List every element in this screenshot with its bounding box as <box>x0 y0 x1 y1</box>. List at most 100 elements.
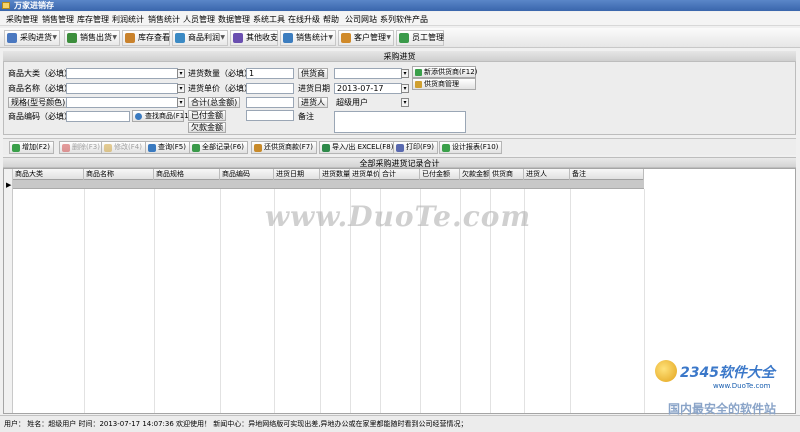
supplier-dropdown-icon[interactable]: ▾ <box>401 69 409 78</box>
menu-item-products[interactable]: 系列软件产品 <box>380 14 428 25</box>
menu-item-upgrade[interactable]: 在线升级 <box>288 14 320 25</box>
name-dropdown-icon[interactable]: ▾ <box>177 84 185 93</box>
col-header-note[interactable]: 备注 <box>570 169 644 180</box>
name-input[interactable] <box>66 83 178 94</box>
supplier-manage-button[interactable]: 供货商管理 <box>412 78 476 90</box>
sales-icon <box>67 33 77 43</box>
watermark-site: www.DuoTe.com <box>713 382 771 390</box>
col-header-category[interactable]: 商品大类 <box>13 169 84 180</box>
col-header-spec[interactable]: 商品规格 <box>154 169 220 180</box>
repay-supplier-button[interactable]: 还供货商款(F7) <box>251 141 317 154</box>
toolbar-sales-label: 销售出货 <box>80 33 112 42</box>
staff-icon <box>399 33 409 43</box>
search-goods-label: 查找商品(F11) <box>145 112 192 120</box>
delete-record-button[interactable]: 删除(F3) <box>59 141 104 154</box>
name-label: 商品名称（必填） <box>8 84 72 93</box>
total-input[interactable] <box>246 97 294 108</box>
chevron-down-icon: ▼ <box>220 34 225 41</box>
buyer-value: 超级用户 <box>336 98 368 107</box>
col-header-date[interactable]: 进货日期 <box>274 169 320 180</box>
add-record-button[interactable]: 增加(F2) <box>9 141 54 154</box>
window-title: 万家进销存 <box>14 1 54 10</box>
magnifier-icon <box>135 113 142 120</box>
toolbar-customer-button[interactable]: 客户管理 ▼ <box>338 30 394 46</box>
buyer-label-button[interactable]: 进货人 <box>298 97 328 108</box>
menu-item-sales-stats[interactable]: 销售统计 <box>148 14 180 25</box>
col-header-code[interactable]: 商品编码 <box>220 169 274 180</box>
query-icon <box>148 144 156 152</box>
toolbar-purchase-label: 采购进货 <box>20 33 52 42</box>
date-dropdown-icon[interactable]: ▾ <box>401 84 409 93</box>
toolbar-inventory-button[interactable]: 库存查看 <box>122 30 170 46</box>
excel-icon <box>322 144 330 152</box>
customer-icon <box>341 33 351 43</box>
query-button[interactable]: 查询(F5) <box>145 141 190 154</box>
grid-line <box>154 189 155 413</box>
menu-item-website[interactable]: 公司网站 <box>345 14 377 25</box>
col-header-owed[interactable]: 欠款金额 <box>460 169 490 180</box>
edit-record-button[interactable]: 修改(F4) <box>101 141 146 154</box>
excel-button[interactable]: 导入/出 EXCEL(F8) <box>319 141 398 154</box>
menu-item-staff[interactable]: 人员管理 <box>183 14 215 25</box>
toolbar-staff-label: 员工管理 <box>412 33 444 42</box>
add-supplier-button[interactable]: 新添供货商(F12) <box>412 66 477 78</box>
print-label: 打印(F9) <box>406 143 434 151</box>
toolbar-sales-button[interactable]: 销售出货 ▼ <box>64 30 120 46</box>
toolbar-other-income-label: 其他收支 <box>246 33 278 42</box>
toolbar-sales-stats-label: 销售统计 <box>296 33 328 42</box>
toolbar-other-income-button[interactable]: 其他收支 <box>230 30 278 46</box>
watermark-logo <box>655 360 677 382</box>
category-input[interactable] <box>66 68 178 79</box>
menu-item-inventory[interactable]: 库存管理 <box>77 14 109 25</box>
code-input[interactable] <box>66 111 130 122</box>
col-header-total[interactable]: 合计 <box>380 169 420 180</box>
menu-item-data[interactable]: 数据管理 <box>218 14 250 25</box>
paid-input[interactable] <box>246 110 294 121</box>
watermark-brand: 2345软件大全 <box>680 365 775 381</box>
table-row[interactable] <box>4 180 644 189</box>
toolbar-sales-stats-button[interactable]: 销售统计 ▼ <box>280 30 336 46</box>
total-label-button[interactable]: 合计(总金额) <box>188 97 241 108</box>
menu-item-sales[interactable]: 销售管理 <box>42 14 74 25</box>
col-header-buyer[interactable]: 进货人 <box>524 169 570 180</box>
grid-header: 商品大类 商品名称 商品规格 商品编码 进货日期 进货数量 进货单价 合计 已付… <box>4 169 644 180</box>
col-header-name[interactable]: 商品名称 <box>84 169 154 180</box>
note-input[interactable] <box>334 111 466 133</box>
design-report-label: 设计报表(F10) <box>452 143 499 151</box>
toolbar: 采购进货 ▼ 销售出货 ▼ 库存查看 商品利润 ▼ 其他收支 销售统计 ▼ 客户… <box>0 28 800 48</box>
toolbar-profit-button[interactable]: 商品利润 ▼ <box>172 30 228 46</box>
toolbar-staff-button[interactable]: 员工管理 <box>396 30 444 46</box>
watermark-text: www.DuoTe.com <box>265 200 532 233</box>
menu-item-help[interactable]: 帮助 <box>323 14 339 25</box>
menu-item-tools[interactable]: 系统工具 <box>253 14 285 25</box>
box-icon <box>125 33 135 43</box>
spec-dropdown-icon[interactable]: ▾ <box>177 98 185 107</box>
spec-input[interactable] <box>66 97 178 108</box>
design-report-button[interactable]: 设计报表(F10) <box>439 141 503 154</box>
supplier-label-button[interactable]: 供货商 <box>298 68 328 79</box>
toolbar-purchase-button[interactable]: 采购进货 ▼ <box>4 30 60 46</box>
grid-line <box>644 189 645 413</box>
note-label: 备注 <box>298 112 314 121</box>
plus-icon <box>415 69 422 76</box>
search-goods-button[interactable]: 查找商品(F11) <box>132 110 191 122</box>
supplier-input[interactable] <box>334 68 402 79</box>
all-records-button[interactable]: 全部记录(F6) <box>189 141 248 154</box>
date-input[interactable]: 2013-07-17 <box>334 83 402 94</box>
print-button[interactable]: 打印(F9) <box>393 141 438 154</box>
paid-label-button[interactable]: 已付金额 <box>188 110 226 121</box>
window-titlebar: 万家进销存 <box>0 0 800 11</box>
col-header-supplier[interactable]: 供货商 <box>490 169 524 180</box>
col-header-price[interactable]: 进货单价 <box>350 169 380 180</box>
qty-input[interactable]: 1 <box>246 68 294 79</box>
col-header-qty[interactable]: 进货数量 <box>320 169 350 180</box>
col-header-paid[interactable]: 已付金额 <box>420 169 460 180</box>
spec-label-button[interactable]: 规格(型号颜色) <box>8 97 69 108</box>
menu-item-profit[interactable]: 利润统计 <box>112 14 144 25</box>
menu-item-purchase[interactable]: 采购管理 <box>6 14 38 25</box>
category-dropdown-icon[interactable]: ▾ <box>177 69 185 78</box>
buyer-dropdown-icon[interactable]: ▾ <box>401 98 409 107</box>
price-input[interactable] <box>246 83 294 94</box>
toolbar-profit-label: 商品利润 <box>188 33 220 42</box>
owed-label-button[interactable]: 欠款金额 <box>188 122 226 133</box>
